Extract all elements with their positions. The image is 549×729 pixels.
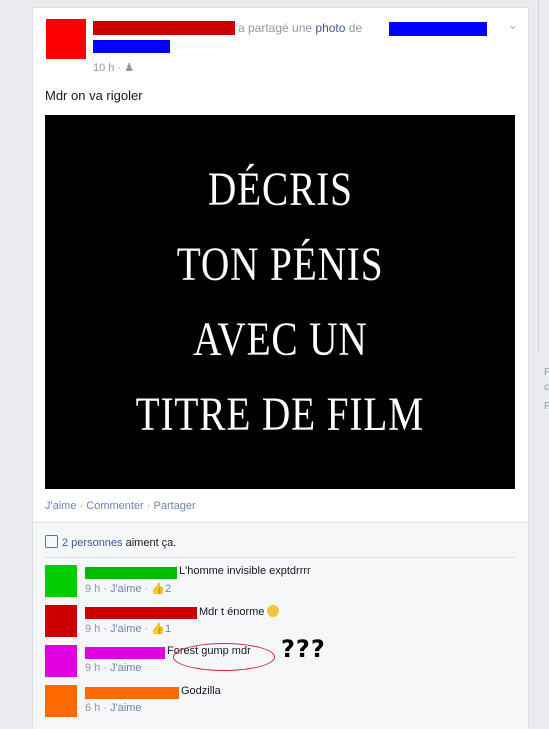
commenter-name-redacted[interactable]	[85, 607, 197, 619]
comment: L'homme invisible exptdrrrr 9 h · J'aime…	[45, 565, 515, 601]
sidebar-fragment: c	[544, 382, 549, 393]
likers-link[interactable]: 2 personnes	[62, 537, 123, 549]
commenter-name-redacted[interactable]	[85, 647, 165, 659]
share-link[interactable]: Partager	[154, 500, 196, 512]
post-body: Mdr on va rigoler	[45, 88, 143, 103]
comment-time[interactable]: 9 h	[85, 623, 100, 635]
comment-time[interactable]: 6 h	[85, 702, 100, 714]
annotation-circle	[173, 643, 275, 671]
comment-like-link[interactable]: J'aime	[110, 583, 141, 595]
comment-like-link[interactable]: J'aime	[110, 662, 141, 674]
commenter-avatar[interactable]	[45, 605, 77, 637]
feed-post: a partagé une photo de ⌄ 10 h · ♟ Mdr on…	[32, 7, 529, 729]
sidebar-fragment: F	[544, 401, 549, 412]
photo-text-line: DÉCRIS	[207, 163, 353, 216]
comment-time[interactable]: 9 h	[85, 583, 100, 595]
comment: Forest gump mdr ??? 9 h · J'aime	[45, 635, 515, 681]
photo-link[interactable]: photo	[315, 21, 345, 35]
comment-likes-count[interactable]: 2	[165, 583, 171, 595]
commenter-name-redacted[interactable]	[85, 567, 177, 579]
comment-meta: 9 h · J'aime · 👍2	[85, 583, 172, 595]
annotation-question-marks: ???	[281, 635, 326, 663]
post-header-text: a partagé une photo de	[238, 21, 362, 35]
post-actions: J'aime · Commenter · Partager	[45, 500, 196, 512]
shared-text: a partagé une	[238, 21, 313, 35]
comment-likes-count[interactable]: 1	[165, 623, 171, 635]
post-time[interactable]: 10 h	[93, 62, 114, 74]
comment: Godzilla 6 h · J'aime	[45, 685, 515, 721]
comment-meta: 9 h · J'aime	[85, 662, 142, 674]
thumbs-up-icon[interactable]: 👍	[151, 623, 165, 635]
comment-like-link[interactable]: J'aime	[110, 623, 141, 635]
separator: ·	[146, 500, 151, 512]
chevron-down-icon[interactable]: ⌄	[508, 18, 518, 32]
photo-text-line: AVEC UN	[192, 313, 368, 366]
commenter-avatar[interactable]	[45, 685, 77, 717]
comment-link[interactable]: Commenter	[86, 500, 143, 512]
page-name-redacted[interactable]	[389, 22, 487, 36]
thumbs-up-icon[interactable]: 👍	[151, 583, 165, 595]
likes-summary: 2 personnes aiment ça.	[45, 535, 176, 549]
comment-meta: 9 h · J'aime · 👍1	[85, 623, 172, 635]
comment: Mdr t énorme 9 h · J'aime · 👍1	[45, 605, 515, 641]
thumbs-up-icon	[45, 535, 58, 548]
page-name-redacted-2[interactable]	[93, 40, 170, 53]
commenter-avatar[interactable]	[45, 565, 77, 597]
author-avatar[interactable]	[46, 19, 86, 59]
comment-time[interactable]: 9 h	[85, 662, 100, 674]
comment-meta: 6 h · J'aime	[85, 702, 142, 714]
photo-text-line: TON PÉNIS	[176, 238, 384, 291]
commenter-name-redacted[interactable]	[85, 687, 179, 699]
like-link[interactable]: J'aime	[45, 500, 76, 512]
comment-text: L'homme invisible exptdrrrr	[179, 565, 311, 577]
right-column-border	[538, 0, 539, 352]
friends-icon[interactable]: ♟	[124, 62, 134, 74]
smiley-emoji-icon	[267, 605, 280, 617]
divider	[45, 557, 516, 558]
post-photo[interactable]: DÉCRIS TON PÉNIS AVEC UN TITRE DE FILM	[45, 115, 515, 489]
comment-like-link[interactable]: J'aime	[110, 702, 141, 714]
likes-suffix: aiment ça.	[125, 537, 177, 549]
commenter-avatar[interactable]	[45, 645, 77, 677]
comment-text: Mdr t énorme	[199, 605, 280, 618]
comment-text: Godzilla	[181, 685, 221, 697]
photo-text-line: TITRE DE FILM	[135, 388, 425, 441]
comments-section: 2 personnes aiment ça. L'homme invisible…	[33, 522, 528, 729]
de-text: de	[348, 21, 363, 35]
sidebar-fragment: F	[544, 367, 549, 378]
separator: ·	[79, 500, 84, 512]
author-name-redacted[interactable]	[93, 21, 235, 35]
post-meta: 10 h · ♟	[93, 62, 135, 74]
